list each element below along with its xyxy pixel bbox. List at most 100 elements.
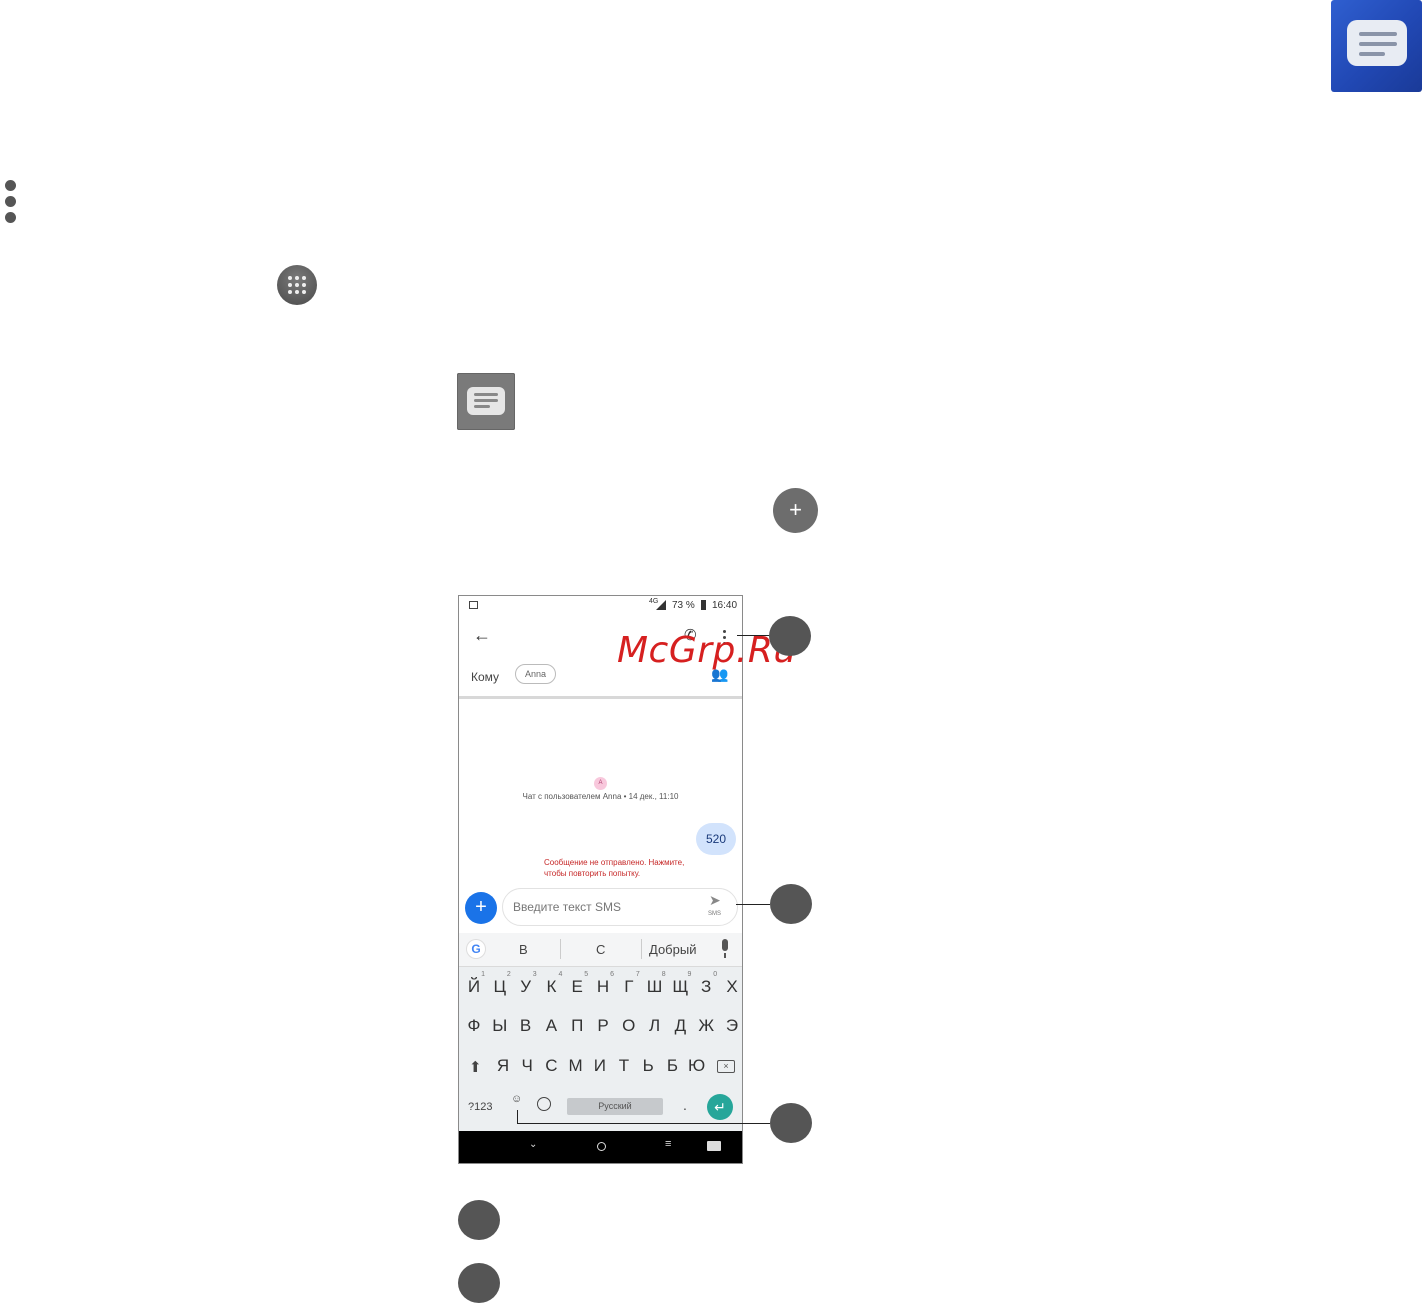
key[interactable]: Б	[660, 1056, 684, 1076]
backspace-icon[interactable]: ×	[717, 1060, 735, 1073]
key[interactable]: Ц2	[488, 971, 512, 997]
key[interactable]: Д	[668, 1016, 692, 1036]
key[interactable]: С	[539, 1056, 563, 1076]
key[interactable]: Щ9	[668, 971, 692, 997]
key[interactable]: И	[588, 1056, 612, 1076]
key-hint: 0	[713, 971, 718, 978]
send-error-text[interactable]: Сообщение не отправлено. Нажмите, чтобы …	[544, 857, 684, 879]
key-label: Р	[597, 1016, 609, 1035]
key[interactable]: Ф	[462, 1016, 486, 1036]
messages-app-icon	[457, 373, 515, 430]
key[interactable]: Т	[612, 1056, 636, 1076]
key-label: Д	[674, 1016, 687, 1035]
key[interactable]: Ь	[636, 1056, 660, 1076]
shift-icon[interactable]: ⬆	[469, 1058, 482, 1076]
key[interactable]: Ж	[694, 1016, 718, 1036]
key[interactable]: Ы	[488, 1016, 512, 1036]
key[interactable]: В	[514, 1016, 538, 1036]
legend-marker	[458, 1200, 500, 1240]
key[interactable]: Й1	[462, 971, 486, 997]
period-key[interactable]: .	[683, 1097, 687, 1113]
key-label: В	[519, 1016, 532, 1035]
key[interactable]: З0	[694, 971, 718, 997]
key-label: Л	[649, 1016, 661, 1035]
new-message-icon: +	[773, 488, 818, 533]
sent-message-bubble[interactable]: 520	[696, 823, 736, 855]
key-label: Ы	[492, 1016, 508, 1035]
key-row: ⬆ × ЯЧСМИТЬБЮ	[459, 1056, 742, 1080]
key-label: Ь	[642, 1056, 654, 1075]
key[interactable]: Р	[591, 1016, 615, 1036]
key[interactable]: У3	[514, 971, 538, 997]
messages-app-icon	[1331, 0, 1422, 92]
key[interactable]: Ш8	[643, 971, 667, 997]
key-label: М	[568, 1056, 583, 1075]
battery-icon	[701, 600, 706, 610]
key[interactable]: Ю	[685, 1056, 709, 1076]
key[interactable]: Х	[720, 977, 742, 997]
navigation-bar: ⌄ ≡	[459, 1131, 742, 1163]
callout-leader	[736, 904, 770, 905]
key-label: Н	[596, 977, 610, 996]
key-hint: 4	[558, 971, 563, 978]
send-sublabel: SMS	[708, 911, 722, 917]
send-icon[interactable]: ➤	[709, 892, 721, 909]
suggestion-divider	[641, 939, 642, 959]
more-vert-icon	[5, 180, 16, 226]
status-bar: 4G 73 % 16:40	[459, 596, 742, 616]
key[interactable]: Я	[491, 1056, 515, 1076]
symbols-key[interactable]: ?123	[468, 1101, 492, 1113]
key-hint: 9	[687, 971, 692, 978]
message-input[interactable]: Введите текст SMS ➤ SMS	[502, 888, 738, 926]
key-label: Х	[726, 977, 738, 996]
key[interactable]: Н6	[591, 971, 615, 997]
key-label: З	[701, 977, 712, 996]
back-arrow-icon[interactable]: ←	[473, 625, 491, 646]
key[interactable]: Г7	[617, 971, 641, 997]
key-hint: 7	[635, 971, 640, 978]
callout-marker	[769, 616, 811, 656]
key[interactable]: М	[564, 1056, 588, 1076]
key[interactable]: П	[565, 1016, 589, 1036]
keyboard-icon[interactable]	[707, 1141, 721, 1151]
attach-button[interactable]: +	[465, 892, 497, 924]
key-hint: 8	[661, 971, 666, 978]
key-label: У	[520, 977, 531, 996]
callout-leader	[517, 1110, 518, 1123]
phone-screen: 4G 73 % 16:40 ← ✆ Кому Anna 👥 A Чат с по…	[458, 595, 743, 1164]
key[interactable]: Ч	[515, 1056, 539, 1076]
key-hint: 6	[610, 971, 614, 978]
suggestion[interactable]: С	[596, 942, 605, 957]
mic-icon[interactable]	[722, 939, 728, 951]
suggestion-divider	[560, 939, 561, 959]
callout-marker	[770, 884, 812, 924]
emoji-icon[interactable]: ☺	[511, 1093, 522, 1105]
google-icon[interactable]: G	[467, 940, 485, 958]
recipient-chip[interactable]: Anna	[515, 664, 557, 684]
key[interactable]: Е5	[565, 971, 589, 997]
enter-icon[interactable]: ↵	[707, 1094, 733, 1120]
key-label: О	[622, 1016, 636, 1035]
chat-avatar: A	[594, 777, 607, 790]
key-label: Ж	[698, 1016, 715, 1035]
key-hint: 5	[584, 971, 589, 978]
key-label: Й	[467, 977, 481, 996]
nav-home-icon[interactable]	[597, 1142, 606, 1151]
globe-icon[interactable]	[537, 1097, 551, 1111]
key[interactable]: Л	[643, 1016, 667, 1036]
key-label: Т	[618, 1056, 630, 1075]
key[interactable]: Э	[720, 1016, 742, 1036]
battery-level: 73 %	[672, 600, 695, 611]
clock: 16:40	[712, 600, 738, 611]
key[interactable]: О	[617, 1016, 641, 1036]
nav-recents-icon[interactable]: ≡	[665, 1138, 671, 1150]
suggestion[interactable]: Добрый	[649, 942, 696, 957]
nav-back-icon[interactable]: ⌄	[529, 1139, 537, 1150]
key[interactable]: А	[539, 1016, 563, 1036]
suggestion[interactable]: В	[519, 942, 528, 957]
key-label: К	[546, 977, 557, 996]
space-bar[interactable]: Русский	[567, 1098, 663, 1115]
mic-icon-stand	[724, 953, 726, 958]
key[interactable]: К4	[539, 971, 563, 997]
key-label: Э	[725, 1016, 739, 1035]
